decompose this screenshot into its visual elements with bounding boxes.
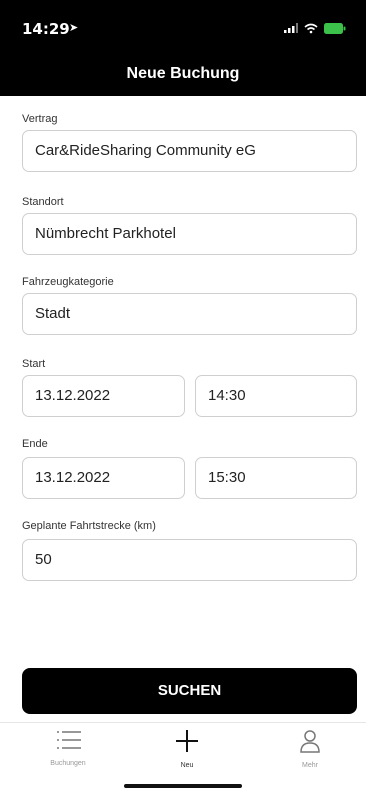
plus-icon xyxy=(176,730,198,752)
contract-label: Vertrag xyxy=(22,113,58,125)
home-indicator xyxy=(124,784,242,788)
category-field[interactable]: Stadt xyxy=(22,293,357,335)
search-button[interactable]: SUCHEN xyxy=(22,668,357,714)
contract-field[interactable]: Car&RideSharing Community eG xyxy=(22,130,357,172)
distance-label: Geplante Fahrtstrecke (km) xyxy=(22,520,156,532)
tab-more-label: Mehr xyxy=(302,762,318,769)
page-title: Neue Buchung xyxy=(126,65,240,82)
tab-new[interactable]: Neu xyxy=(147,729,227,769)
status-icons xyxy=(284,22,346,34)
start-time-field[interactable]: 14:30 xyxy=(195,375,357,417)
signal-icon xyxy=(284,23,298,33)
start-label: Start xyxy=(22,358,46,370)
location-field[interactable]: Nümbrecht Parkhotel xyxy=(22,213,357,255)
status-bar: 14:29 ➤ xyxy=(0,0,366,54)
nav-bar: Neue Buchung xyxy=(0,54,366,96)
battery-icon xyxy=(324,22,346,34)
end-time-field[interactable]: 15:30 xyxy=(195,457,357,499)
tab-bookings[interactable]: Buchungen xyxy=(28,729,108,767)
location-arrow-icon: ➤ xyxy=(69,22,79,34)
end-date-field[interactable]: 13.12.2022 xyxy=(22,457,185,499)
person-icon xyxy=(300,730,320,753)
start-date-field[interactable]: 13.12.2022 xyxy=(22,375,185,417)
wifi-icon xyxy=(304,23,318,33)
distance-field[interactable]: 50 xyxy=(22,539,357,581)
tab-more[interactable]: Mehr xyxy=(270,729,350,769)
list-icon xyxy=(57,731,81,749)
tab-bookings-label: Buchungen xyxy=(50,760,86,767)
status-time: 14:29 xyxy=(22,20,70,38)
category-label: Fahrzeugkategorie xyxy=(22,276,114,288)
end-label: Ende xyxy=(22,438,48,450)
location-label: Standort xyxy=(22,196,64,208)
tab-new-label: Neu xyxy=(180,762,194,769)
